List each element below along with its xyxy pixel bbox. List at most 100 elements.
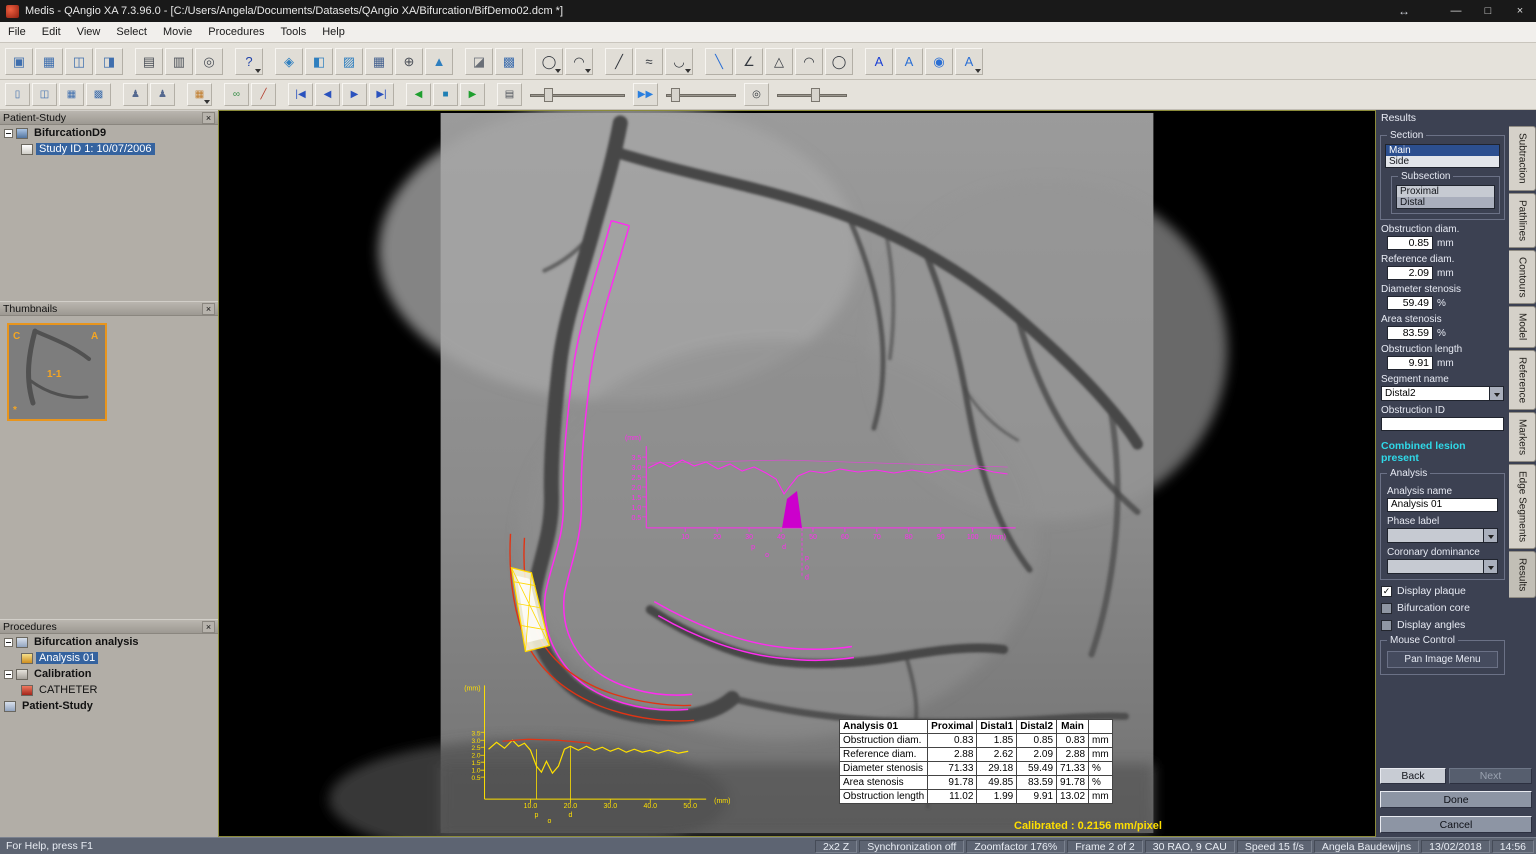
detect-contours-icon[interactable]: ◈ <box>275 48 303 75</box>
expander-icon[interactable] <box>4 670 13 679</box>
cine-stop-icon[interactable]: ■ <box>433 83 458 106</box>
tab-pathlines[interactable]: Pathlines <box>1509 193 1536 248</box>
patient-icon[interactable]: ♟ <box>123 83 148 106</box>
tab-model[interactable]: Model <box>1509 306 1536 347</box>
gear-settings-icon[interactable]: ⊕ <box>395 48 423 75</box>
coronary-dominance-select[interactable] <box>1387 559 1498 574</box>
layout-1x1-icon[interactable]: ▯ <box>5 83 30 106</box>
bifurcation-core-checkbox[interactable]: Bifurcation core <box>1381 602 1504 614</box>
section-listbox[interactable]: Main Side <box>1385 144 1500 168</box>
edit-pathline-icon[interactable]: ╱ <box>251 83 276 106</box>
menu-movie[interactable]: Movie <box>155 22 200 42</box>
checkbox-icon[interactable] <box>1381 620 1392 631</box>
menu-edit[interactable]: Edit <box>34 22 69 42</box>
image-viewport[interactable]: 3.53.02.52.01.51.00.5 102030405060708090… <box>218 110 1376 837</box>
angiogram-image[interactable]: 3.53.02.52.01.51.00.5 102030405060708090… <box>219 111 1375 836</box>
print-preview-icon[interactable]: ◎ <box>195 48 223 75</box>
angle-tool-icon[interactable]: ∠ <box>735 48 763 75</box>
tree-item-patient[interactable]: BifurcationD9 <box>0 125 218 141</box>
layout-1x2-icon[interactable]: ◫ <box>32 83 57 106</box>
phase-label-select[interactable] <box>1387 528 1498 543</box>
film-view-icon[interactable]: ◨ <box>95 48 123 75</box>
batch-run-icon[interactable]: ▲ <box>425 48 453 75</box>
tab-contours[interactable]: Contours <box>1509 250 1536 305</box>
caliper-icon[interactable]: ◠ <box>565 48 593 75</box>
tab-edge-segments[interactable]: Edge Segments <box>1509 464 1536 549</box>
layout-3x3-icon[interactable]: ▩ <box>86 83 111 106</box>
save-study-icon[interactable]: ▦ <box>35 48 63 75</box>
tab-subtraction[interactable]: Subtraction <box>1509 126 1536 191</box>
dropdown-arrow-icon[interactable] <box>1483 529 1497 542</box>
menu-select[interactable]: Select <box>108 22 155 42</box>
spline-curve-icon[interactable]: ◡ <box>665 48 693 75</box>
section-option-side[interactable]: Side <box>1386 156 1499 167</box>
checkbox-icon[interactable]: ✓ <box>1381 586 1392 597</box>
frame-position-slider[interactable] <box>530 86 625 104</box>
tree-item-analysis-01[interactable]: Analysis 01 <box>0 650 218 666</box>
protractor-icon[interactable]: △ <box>765 48 793 75</box>
curve-tool-icon[interactable]: ◠ <box>795 48 823 75</box>
zoom-text-icon[interactable]: A <box>955 48 983 75</box>
tree-item-calibration[interactable]: Calibration <box>0 666 218 682</box>
maximize-button[interactable]: □ <box>1472 0 1504 22</box>
ellipse-tool-icon[interactable]: ◯ <box>825 48 853 75</box>
slider-thumb[interactable] <box>671 88 680 102</box>
help-icon[interactable]: ? <box>235 48 263 75</box>
analysis-name-input[interactable]: Analysis 01 <box>1387 498 1498 512</box>
prev-frame-icon[interactable]: ◀ <box>315 83 340 106</box>
segment-name-select[interactable]: Distal2 <box>1381 386 1504 401</box>
zoom-magnifier-icon[interactable]: ◎ <box>744 83 769 106</box>
results-table-icon[interactable]: ▦ <box>365 48 393 75</box>
close-panel-button[interactable]: × <box>202 112 215 124</box>
zoom-slider[interactable] <box>777 86 847 104</box>
subsection-option-proximal[interactable]: Proximal <box>1397 186 1494 197</box>
cancel-button[interactable]: Cancel <box>1380 816 1532 833</box>
subtraction-view-icon[interactable]: ▨ <box>335 48 363 75</box>
text-abc-icon[interactable]: A <box>865 48 893 75</box>
subsection-listbox[interactable]: Proximal Distal <box>1396 185 1495 209</box>
dock-arrows-icon[interactable]: ↔ <box>1398 4 1410 18</box>
series-thumbnail[interactable]: C A 1-1 * <box>7 323 107 421</box>
copy-image-icon[interactable]: ◫ <box>65 48 93 75</box>
reference-overlay-icon[interactable]: ◧ <box>305 48 333 75</box>
close-panel-button[interactable]: × <box>202 621 215 633</box>
menu-view[interactable]: View <box>69 22 109 42</box>
menu-help[interactable]: Help <box>314 22 353 42</box>
tree-item-study[interactable]: Study ID 1: 10/07/2006 <box>0 141 218 157</box>
magnify-region-icon[interactable]: ◯ <box>535 48 563 75</box>
pan-image-menu[interactable]: Pan Image Menu <box>1387 651 1498 668</box>
goto-last-frame-icon[interactable]: ▶| <box>369 83 394 106</box>
tile-views-icon[interactable]: ▦ <box>187 83 212 106</box>
obstruction-id-input[interactable] <box>1381 417 1504 431</box>
expander-icon[interactable] <box>4 638 13 647</box>
slider-thumb[interactable] <box>811 88 820 102</box>
slider-thumb[interactable] <box>544 88 553 102</box>
display-angles-checkbox[interactable]: Display angles <box>1381 619 1504 631</box>
report-document-icon[interactable]: ▤ <box>135 48 163 75</box>
back-button[interactable]: Back <box>1380 768 1446 784</box>
next-frame-icon[interactable]: ▶ <box>342 83 367 106</box>
fast-forward-icon[interactable]: ▶▶ <box>633 83 658 106</box>
tree-item-catheter[interactable]: CATHETER <box>0 682 218 698</box>
add-patient-icon[interactable]: ♟ <box>150 83 175 106</box>
draw-line-icon[interactable]: ╲ <box>705 48 733 75</box>
next-button[interactable]: Next <box>1449 768 1532 784</box>
layout-2x2-icon[interactable]: ▦ <box>59 83 84 106</box>
export-grid-icon[interactable]: ▩ <box>495 48 523 75</box>
menu-file[interactable]: File <box>0 22 34 42</box>
display-plaque-checkbox[interactable]: ✓ Display plaque <box>1381 585 1504 597</box>
tree-item-bifurcation-analysis[interactable]: Bifurcation analysis <box>0 634 218 650</box>
annotation-arrow-icon[interactable]: A <box>895 48 923 75</box>
close-panel-button[interactable]: × <box>202 303 215 315</box>
tab-results[interactable]: Results <box>1509 551 1536 598</box>
filmstrip-icon[interactable]: ▤ <box>497 83 522 106</box>
marker-pin-icon[interactable]: ◉ <box>925 48 953 75</box>
clipboard-copy-icon[interactable]: ◪ <box>465 48 493 75</box>
line-measure-icon[interactable]: ╱ <box>605 48 633 75</box>
expander-icon[interactable] <box>4 129 13 138</box>
subsection-option-distal[interactable]: Distal <box>1397 197 1494 208</box>
tab-markers[interactable]: Markers <box>1509 412 1536 462</box>
tab-reference[interactable]: Reference <box>1509 350 1536 410</box>
print-icon[interactable]: ▥ <box>165 48 193 75</box>
menu-tools[interactable]: Tools <box>273 22 315 42</box>
